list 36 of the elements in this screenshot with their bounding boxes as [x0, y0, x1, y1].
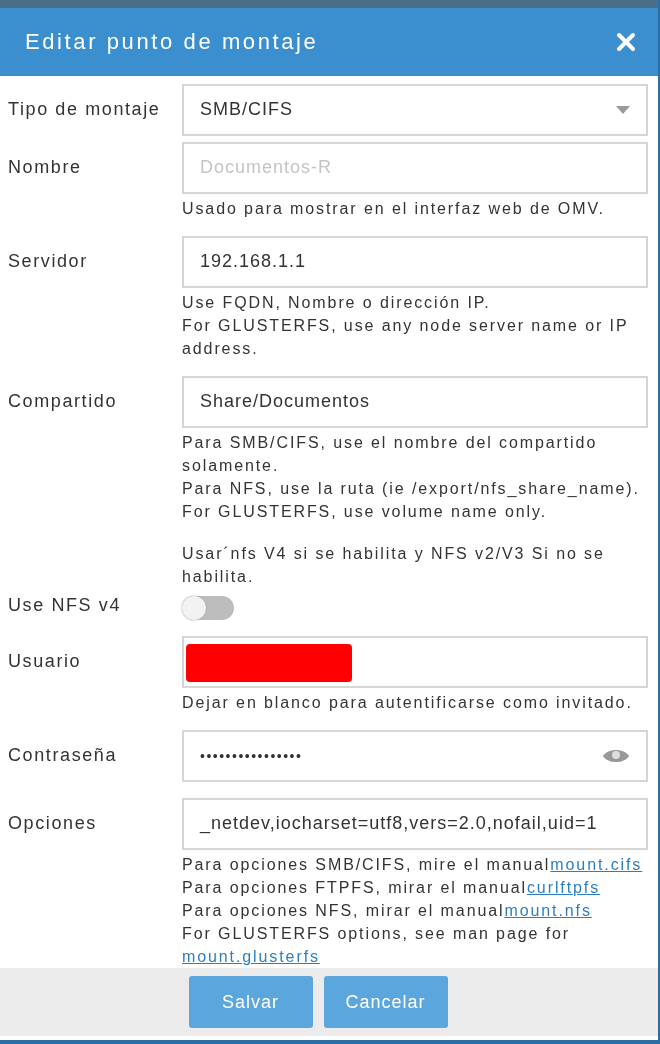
help-text: Para opciones FTPFS, mirar el manualcurlftpfs: [182, 877, 602, 898]
toggle-switch[interactable]: [182, 595, 234, 620]
field-label: Compartido: [8, 391, 118, 413]
help-text: Use FQDN, Nombre o dirección IP.: [182, 292, 492, 313]
help-text: Usado para mostrar en el interfaz web de OMV.: [182, 198, 606, 219]
field-label: Nombre: [8, 157, 82, 179]
input-field[interactable]: 192.168.1.1: [182, 235, 648, 288]
close-button[interactable]: [616, 31, 636, 52]
field-label: Tipo de montaje: [8, 99, 161, 121]
help-text: Usar´nfs V4 si se habilita y NFS v2/V3 Si no se habilita.: [182, 543, 606, 587]
input-field[interactable]: Share/Documentos: [182, 375, 648, 428]
input-field[interactable]: [182, 635, 648, 688]
select-field[interactable]: SMB/CIFS: [182, 83, 648, 136]
manual-link[interactable]: mount.cifs: [550, 855, 643, 873]
field-label: Use NFS v4: [8, 595, 122, 617]
field-label: Contraseña: [8, 745, 118, 767]
field-label: Usuario: [8, 651, 82, 673]
help-text: Para SMB/CIFS, use el nombre del compartido solamente.: [182, 432, 599, 476]
manual-link[interactable]: curlftpfs: [526, 878, 601, 896]
dialog-title: Editar punto de montaje: [25, 28, 319, 55]
help-text: For GLUSTERFS options, see man page for: [182, 923, 571, 944]
dialog-button[interactable]: Salvar: [188, 976, 313, 1029]
manual-link[interactable]: mount.glusterfs: [182, 947, 320, 965]
help-text: Dejar en blanco para autentificarse como invitado.: [182, 692, 634, 713]
help-text: Para NFS, use la ruta (ie /export/nfs_share_name).: [182, 478, 641, 499]
field-label: Opciones: [8, 813, 97, 835]
help-text: For GLUSTERFS, use volume name only.: [182, 501, 549, 522]
manual-link[interactable]: mount.nfs: [504, 901, 592, 919]
field-label: Servidor: [8, 251, 88, 273]
help-text: For GLUSTERFS, use any node server name or IP address.: [182, 315, 630, 359]
help-text: Para opciones NFS, mirar el manualmount.nfs: [182, 900, 593, 921]
input-field[interactable]: _netdev,iocharset=utf8,vers=2.0,nofail,uid=1: [182, 797, 648, 850]
dialog-button[interactable]: Cancelar: [323, 976, 448, 1029]
dropdown-caret-icon: [616, 105, 630, 114]
password-field[interactable]: ••••••••••••••••: [182, 729, 648, 782]
help-text: Para opciones SMB/CIFS, mire el manualmount.cifs: [182, 854, 644, 875]
